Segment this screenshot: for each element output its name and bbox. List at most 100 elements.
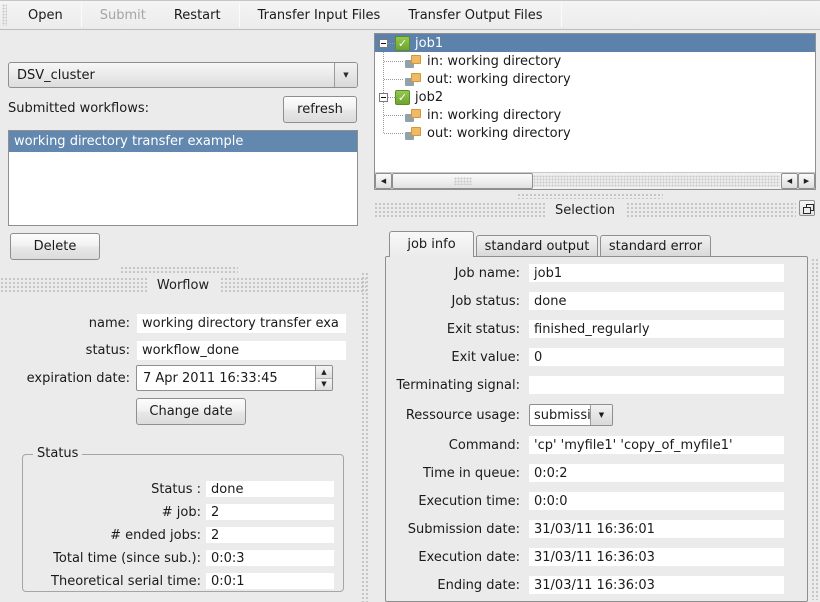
ressource-usage-combobox[interactable]: submissi ▼: [529, 404, 613, 426]
tab-label: job info: [407, 237, 455, 252]
workflow-tree[interactable]: ✓ job1 in: working directory out: workin…: [374, 33, 816, 190]
ended-jobs-value: 2: [206, 527, 334, 543]
ending-date-field: 31/03/11 16:36:03: [529, 576, 784, 594]
status-row-value: done: [206, 481, 334, 497]
job-count-label: # job:: [23, 505, 201, 520]
job-done-icon: ✓: [395, 90, 410, 105]
toolbar: Open Submit Restart Transfer Input Files…: [0, 0, 820, 30]
panel-splitter-handle[interactable]: [361, 272, 368, 602]
status-row-label: Status :: [23, 482, 201, 497]
workflow-list-item[interactable]: working directory transfer example: [9, 131, 357, 152]
right-dock-handle[interactable]: [811, 258, 818, 600]
tree-row-label: in: working directory: [427, 108, 561, 123]
scroll-right-button[interactable]: ▶: [798, 173, 815, 189]
submission-date-field: 31/03/11 16:36:01: [529, 520, 784, 538]
status-groupbox: Status Status : done # job: 2 # ended jo…: [22, 454, 344, 592]
tree-row-job1-out[interactable]: out: working directory: [375, 70, 815, 88]
serial-time-value: 0:0:1: [206, 573, 334, 589]
expiration-date-spinbox[interactable]: 7 Apr 2011 16:33:45 ▲ ▼: [136, 365, 333, 391]
refresh-button[interactable]: refresh: [283, 96, 357, 123]
tree-connector: [375, 52, 405, 70]
tree-connector: [388, 97, 395, 98]
job-name-label: Job name:: [386, 266, 529, 281]
exit-value-field: 0: [529, 348, 784, 366]
submit-button[interactable]: Submit: [87, 4, 159, 27]
name-field: working directory transfer exa: [137, 314, 346, 333]
spin-down-icon[interactable]: ▼: [316, 379, 332, 391]
terminating-signal-label: Terminating signal:: [386, 378, 529, 393]
expiration-date-label: expiration date:: [0, 371, 130, 386]
tree-row-label: in: working directory: [427, 54, 561, 69]
total-time-label: Total time (since sub.):: [23, 551, 201, 566]
tree-row-job1[interactable]: ✓ job1: [375, 34, 815, 52]
transfer-folder-icon: [405, 54, 422, 69]
status-label: status:: [0, 343, 130, 358]
transfer-output-files-button[interactable]: Transfer Output Files: [395, 4, 555, 27]
tree-row-label: out: working directory: [427, 126, 571, 141]
job-done-icon: ✓: [395, 36, 410, 51]
tab-job-info[interactable]: job info: [389, 231, 474, 257]
tree-connector: [375, 106, 405, 124]
dock-float-button[interactable]: [799, 200, 815, 216]
exit-value-label: Exit value:: [386, 350, 529, 365]
toolbar-separator: [239, 3, 240, 27]
tree-row-job2[interactable]: ✓ job2: [375, 88, 815, 106]
status-groupbox-title: Status: [33, 446, 82, 461]
serial-time-label: Theoretical serial time:: [23, 574, 201, 589]
name-label: name:: [0, 316, 130, 331]
job-status-label: Job status:: [386, 294, 529, 309]
transfer-input-files-button[interactable]: Transfer Input Files: [245, 4, 394, 27]
toolbar-grip[interactable]: [2, 4, 7, 26]
command-label: Command:: [386, 438, 529, 453]
selection-dock-titlebar[interactable]: Selection: [374, 202, 796, 218]
transfer-folder-icon: [405, 126, 422, 141]
toolbar-separator: [81, 3, 82, 27]
delete-button[interactable]: Delete: [10, 233, 100, 260]
tab-standard-error[interactable]: standard error: [600, 235, 711, 257]
workflow-dock-handle[interactable]: [120, 266, 238, 273]
tree-h-scrollbar[interactable]: ◀ ◀ ▶: [375, 172, 815, 189]
chevron-down-icon: ▼: [334, 63, 357, 87]
total-time-value: 0:0:3: [206, 550, 334, 566]
tree-row-job1-in[interactable]: in: working directory: [375, 52, 815, 70]
collapse-icon[interactable]: [379, 39, 388, 48]
command-field: 'cp' 'myfile1' 'copy_of_myfile1': [529, 436, 784, 454]
tree-connector: [375, 70, 405, 88]
scroll-left-button-secondary[interactable]: ◀: [781, 173, 798, 189]
execution-date-label: Execution date:: [386, 550, 529, 565]
tab-label: standard error: [609, 239, 702, 254]
transfer-folder-icon: [405, 72, 422, 87]
selection-dock-title: Selection: [545, 203, 625, 218]
tree-row-label: job1: [415, 36, 443, 51]
tree-row-job2-in[interactable]: in: working directory: [375, 106, 815, 124]
ended-jobs-label: # ended jobs:: [23, 528, 201, 543]
resource-combobox-value: DSV_cluster: [9, 68, 334, 83]
collapse-icon[interactable]: [379, 93, 388, 102]
resource-combobox[interactable]: DSV_cluster ▼: [8, 62, 358, 88]
chevron-down-icon: ▼: [590, 405, 612, 425]
execution-date-field: 31/03/11 16:36:03: [529, 548, 784, 566]
tree-row-job2-out[interactable]: out: working directory: [375, 124, 815, 142]
tab-label: standard output: [485, 239, 590, 254]
status-field: workflow_done: [137, 341, 346, 360]
terminating-signal-field: [529, 376, 784, 394]
workflow-dock-titlebar[interactable]: Worflow: [0, 277, 366, 293]
ressource-usage-value: submissi: [530, 405, 590, 425]
selection-dock-handle[interactable]: [517, 193, 663, 199]
scrollbar-thumb[interactable]: [392, 173, 533, 189]
restart-button[interactable]: Restart: [161, 4, 234, 27]
tab-standard-output[interactable]: standard output: [476, 235, 598, 257]
spin-up-icon[interactable]: ▲: [316, 366, 332, 379]
ending-date-label: Ending date:: [386, 578, 529, 593]
scroll-left-button[interactable]: ◀: [375, 173, 392, 189]
open-button[interactable]: Open: [15, 4, 76, 27]
toolbar-separator: [561, 3, 562, 27]
job-count-value: 2: [206, 504, 334, 520]
exit-status-field: finished_regularly: [529, 320, 784, 338]
job-name-field: job1: [529, 264, 784, 282]
transfer-folder-icon: [405, 108, 422, 123]
change-date-button[interactable]: Change date: [136, 398, 246, 425]
workflow-list[interactable]: working directory transfer example: [8, 130, 358, 226]
time-in-queue-field: 0:0:2: [529, 464, 784, 482]
tree-row-label: out: working directory: [427, 72, 571, 87]
